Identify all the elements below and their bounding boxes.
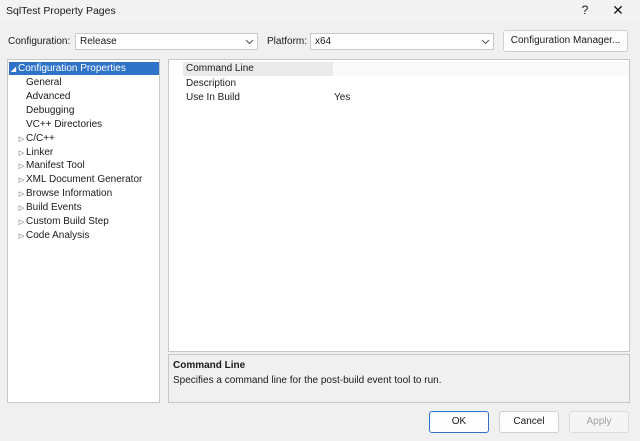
expand-triangle-icon[interactable]: ▷ [17, 230, 26, 243]
configuration-manager-button[interactable]: Configuration Manager... [503, 30, 628, 52]
tree-item-label: Code Analysis [26, 229, 90, 241]
chevron-down-icon [481, 39, 490, 45]
tree-item[interactable]: General [26, 76, 62, 89]
property-name: Description [186, 77, 237, 89]
title-bar: SqlTest Property Pages ? ✕ [0, 0, 640, 22]
window-title: SqlTest Property Pages [6, 5, 116, 17]
tree-item-label: Browse Information [26, 188, 113, 200]
tree-item[interactable]: ▷ Code Analysis [17, 229, 90, 243]
tree-item-label: Advanced [26, 90, 71, 102]
tree-item-label: XML Document Generator [26, 174, 143, 186]
expand-triangle-icon[interactable]: ▷ [17, 160, 26, 173]
expand-triangle-icon[interactable]: ▷ [17, 133, 26, 146]
description-text: Specifies a command line for the post-bu… [173, 375, 442, 386]
close-button[interactable]: ✕ [598, 1, 638, 20]
tree-item-label: Build Events [26, 202, 82, 214]
tree-item[interactable]: ▷ XML Document Generator [17, 173, 143, 187]
tree-item[interactable]: ▷ Linker [17, 146, 53, 159]
tree-item[interactable]: ▷ Build Events [17, 201, 82, 214]
property-grid[interactable]: Command Line Description Use In Build Yes [168, 59, 630, 352]
tree-item[interactable]: ▷ C/C++ [17, 132, 55, 145]
tree-item[interactable]: Debugging [26, 104, 74, 117]
tree-item[interactable]: ▷ Manifest Tool [17, 159, 85, 172]
expand-triangle-icon[interactable]: ▷ [17, 202, 26, 215]
platform-value: x64 [315, 36, 332, 47]
platform-label: Platform: [267, 36, 308, 47]
configuration-label: Configuration: [8, 36, 71, 47]
tree-item-label: VC++ Directories [26, 118, 103, 130]
apply-button[interactable]: Apply [569, 411, 629, 433]
expanded-triangle-icon: ◢ [10, 66, 17, 73]
expand-triangle-icon[interactable]: ▷ [17, 188, 26, 201]
tree-item[interactable]: Advanced [26, 90, 70, 103]
tree-item-label: Manifest Tool [26, 160, 85, 172]
property-name: Use In Build [186, 92, 240, 103]
property-row[interactable]: Command Line [169, 62, 629, 76]
platform-dropdown[interactable]: x64 [310, 33, 494, 50]
tree-item-configuration-properties[interactable]: ◢ Configuration Properties [9, 62, 159, 75]
tree-item[interactable]: VC++ Directories [26, 118, 102, 131]
property-row[interactable]: Description [169, 77, 629, 91]
tree-item-label: Linker [26, 146, 54, 158]
tree-item-label: Custom Build Step [26, 216, 109, 227]
selected-value-cell[interactable] [333, 62, 629, 76]
tree-item-label: C/C++ [26, 132, 55, 144]
tree-item-label: Configuration Properties [18, 63, 126, 74]
chevron-down-icon [245, 39, 254, 45]
property-name: Command Line [186, 63, 254, 74]
cancel-button[interactable]: Cancel [499, 411, 559, 433]
configuration-dropdown[interactable]: Release [75, 33, 258, 50]
tree-item-label: Debugging [26, 104, 75, 116]
description-title: Command Line [173, 360, 246, 371]
expand-triangle-icon[interactable]: ▷ [17, 147, 26, 160]
tree-item-label: General [26, 77, 62, 88]
property-value[interactable]: Yes [334, 92, 350, 103]
help-button[interactable]: ? [577, 2, 593, 19]
property-row[interactable]: Use In Build Yes [169, 91, 629, 105]
description-panel: Command Line Specifies a command line fo… [168, 354, 630, 403]
property-tree[interactable]: ◢ Configuration Properties General Advance… [7, 59, 160, 403]
configuration-value: Release [80, 36, 117, 47]
tree-item[interactable]: ▷ Browse Information [17, 187, 112, 200]
ok-button[interactable]: OK [429, 411, 489, 433]
expand-triangle-icon[interactable]: ▷ [17, 216, 26, 229]
expand-triangle-icon[interactable]: ▷ [17, 174, 26, 187]
tree-item[interactable]: ▷ Custom Build Step [17, 215, 109, 228]
